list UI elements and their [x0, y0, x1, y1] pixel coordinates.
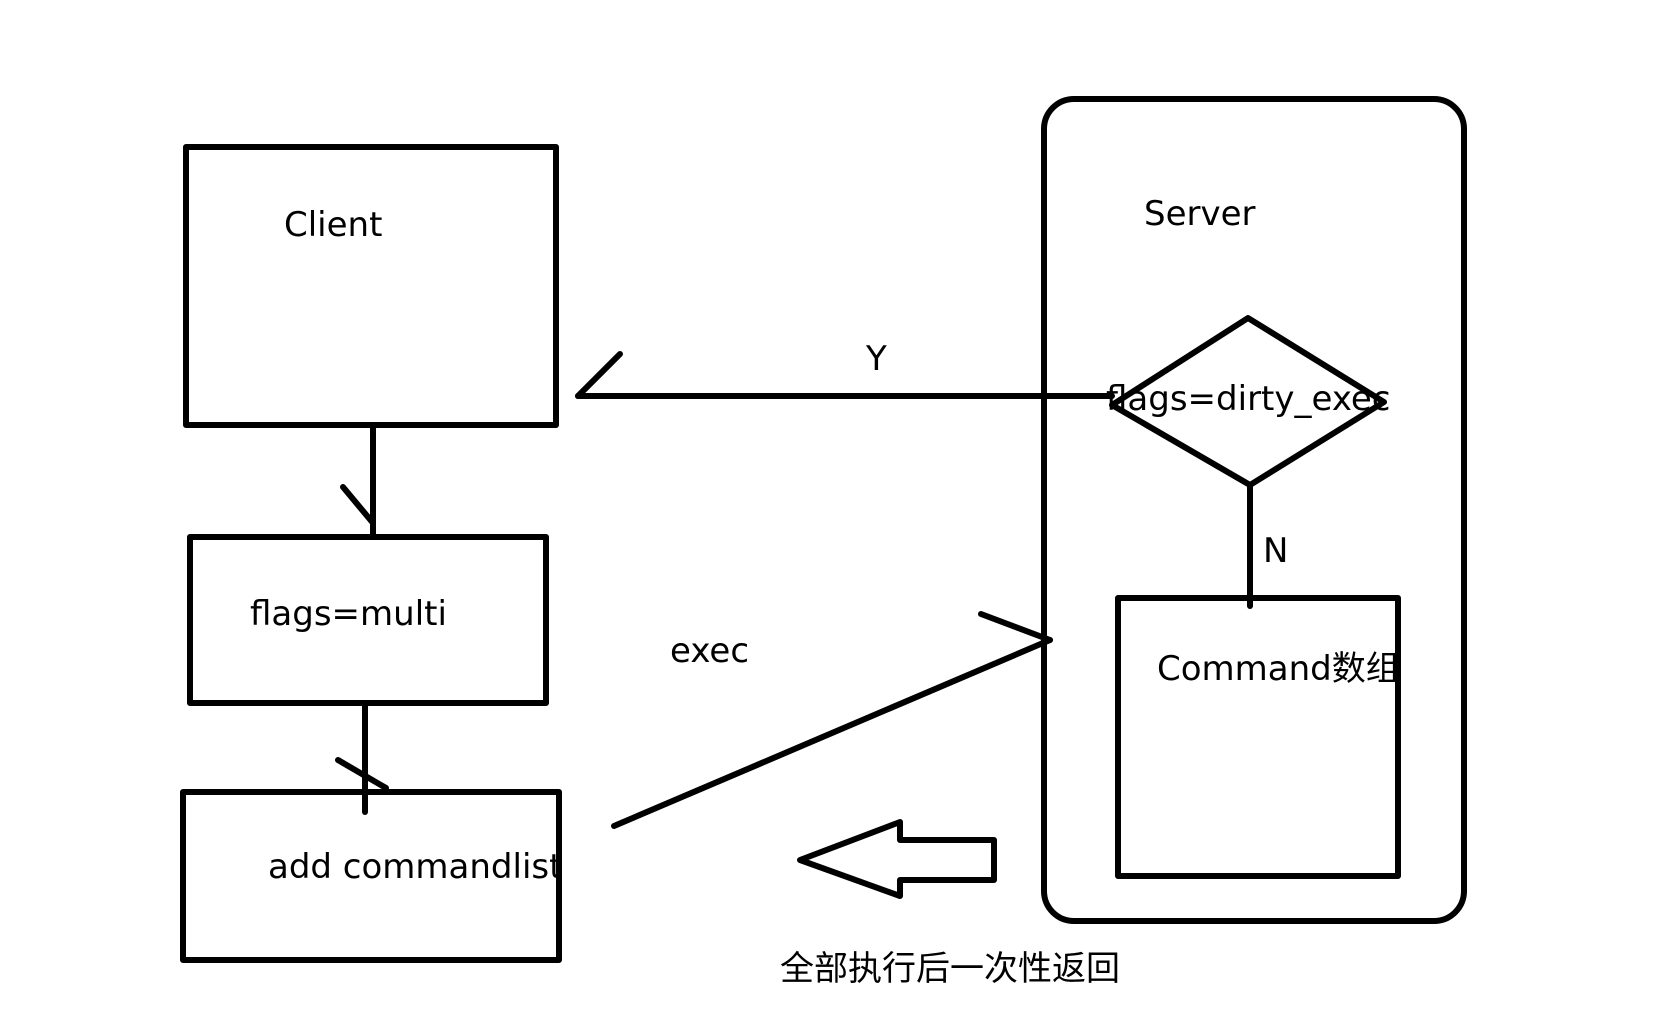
multi-label: flags=multi: [250, 594, 447, 634]
decision-label: flags=dirty_exec: [1106, 379, 1391, 419]
yes-return-arrowhead: [575, 351, 623, 399]
flowchart-canvas: Client flags=multi add commandlist exec …: [180, 96, 1467, 989]
return-note-label: 全部执行后一次性返回: [780, 949, 1120, 989]
no-label: N: [1263, 531, 1288, 571]
client-to-multi-arrowhead: [340, 484, 376, 526]
commands-box: [1115, 595, 1401, 879]
exec-arrowhead: [978, 611, 1053, 643]
client-box: [183, 144, 559, 428]
commandlist-label: add commandlist: [268, 847, 562, 887]
return-block-arrow: [797, 819, 997, 899]
exec-label: exec: [670, 631, 749, 671]
yes-label: Y: [865, 339, 887, 379]
server-label: Server: [1144, 194, 1256, 234]
commands-label: Command数组: [1157, 649, 1400, 689]
client-label: Client: [284, 205, 382, 245]
